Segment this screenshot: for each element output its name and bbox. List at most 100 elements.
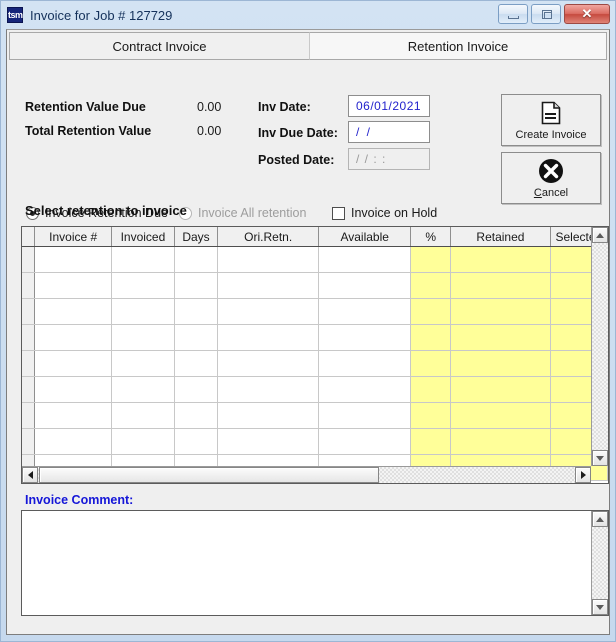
table-cell[interactable] bbox=[411, 377, 451, 402]
row-selector-cell[interactable] bbox=[22, 325, 35, 350]
grid-column-header[interactable]: Available bbox=[319, 227, 411, 246]
table-cell[interactable] bbox=[319, 403, 411, 428]
table-row[interactable] bbox=[22, 299, 608, 325]
grid-horizontal-scrollbar[interactable] bbox=[22, 466, 591, 483]
grid-scroll-up-button[interactable] bbox=[592, 227, 608, 243]
table-cell[interactable] bbox=[451, 325, 550, 350]
row-selector-cell[interactable] bbox=[22, 377, 35, 402]
grid-column-header[interactable]: Invoice # bbox=[35, 227, 111, 246]
table-cell[interactable] bbox=[451, 273, 550, 298]
invoice-comment-box[interactable] bbox=[21, 510, 609, 616]
row-selector-cell[interactable] bbox=[22, 247, 35, 272]
table-cell[interactable] bbox=[35, 299, 111, 324]
grid-column-header[interactable]: Invoiced bbox=[112, 227, 175, 246]
table-cell[interactable] bbox=[112, 403, 175, 428]
table-cell[interactable] bbox=[35, 273, 111, 298]
create-invoice-button[interactable]: Create Invoice bbox=[501, 94, 601, 146]
table-cell[interactable] bbox=[411, 299, 451, 324]
table-cell[interactable] bbox=[451, 351, 550, 376]
table-cell[interactable] bbox=[175, 403, 218, 428]
table-cell[interactable] bbox=[411, 273, 451, 298]
tab-retention-invoice[interactable]: Retention Invoice bbox=[309, 32, 607, 60]
table-cell[interactable] bbox=[319, 377, 411, 402]
table-cell[interactable] bbox=[112, 273, 175, 298]
table-cell[interactable] bbox=[411, 247, 451, 272]
radio-invoice-all-retention[interactable]: Invoice All retention bbox=[179, 206, 306, 220]
grid-hscroll-thumb[interactable] bbox=[39, 467, 379, 483]
cancel-button[interactable]: Cancel bbox=[501, 152, 601, 204]
table-row[interactable] bbox=[22, 247, 608, 273]
table-cell[interactable] bbox=[218, 377, 319, 402]
maximize-button[interactable] bbox=[531, 4, 561, 24]
table-cell[interactable] bbox=[112, 325, 175, 350]
table-cell[interactable] bbox=[218, 247, 319, 272]
table-cell[interactable] bbox=[112, 351, 175, 376]
table-cell[interactable] bbox=[451, 403, 550, 428]
table-cell[interactable] bbox=[35, 429, 111, 454]
table-cell[interactable] bbox=[411, 403, 451, 428]
table-cell[interactable] bbox=[175, 247, 218, 272]
table-cell[interactable] bbox=[175, 351, 218, 376]
table-cell[interactable] bbox=[35, 377, 111, 402]
table-row[interactable] bbox=[22, 377, 608, 403]
table-cell[interactable] bbox=[35, 351, 111, 376]
row-selector-cell[interactable] bbox=[22, 299, 35, 324]
table-cell[interactable] bbox=[411, 351, 451, 376]
table-cell[interactable] bbox=[112, 299, 175, 324]
table-cell[interactable] bbox=[218, 325, 319, 350]
checkbox-invoice-on-hold[interactable]: Invoice on Hold bbox=[332, 206, 437, 220]
row-selector-cell[interactable] bbox=[22, 351, 35, 376]
table-cell[interactable] bbox=[411, 325, 451, 350]
comment-vertical-scrollbar[interactable] bbox=[591, 511, 608, 615]
table-cell[interactable] bbox=[35, 403, 111, 428]
grid-column-header[interactable]: Days bbox=[175, 227, 218, 246]
comment-scroll-up-button[interactable] bbox=[592, 511, 608, 527]
table-cell[interactable] bbox=[319, 325, 411, 350]
inv-due-date-input[interactable]: / / bbox=[348, 121, 430, 143]
grid-scroll-left-button[interactable] bbox=[22, 467, 38, 483]
table-row[interactable] bbox=[22, 429, 608, 455]
table-cell[interactable] bbox=[35, 325, 111, 350]
table-cell[interactable] bbox=[112, 377, 175, 402]
table-cell[interactable] bbox=[451, 429, 550, 454]
table-cell[interactable] bbox=[112, 429, 175, 454]
table-cell[interactable] bbox=[319, 429, 411, 454]
grid-scroll-right-button[interactable] bbox=[575, 467, 591, 483]
grid-vertical-scrollbar[interactable] bbox=[591, 227, 608, 466]
close-button[interactable]: ✕ bbox=[564, 4, 610, 24]
table-row[interactable] bbox=[22, 325, 608, 351]
table-cell[interactable] bbox=[175, 273, 218, 298]
table-cell[interactable] bbox=[218, 429, 319, 454]
table-cell[interactable] bbox=[218, 299, 319, 324]
table-cell[interactable] bbox=[112, 247, 175, 272]
invoice-comment-input[interactable] bbox=[26, 514, 588, 612]
table-cell[interactable] bbox=[218, 403, 319, 428]
tab-contract-invoice[interactable]: Contract Invoice bbox=[9, 32, 309, 60]
table-cell[interactable] bbox=[451, 377, 550, 402]
table-cell[interactable] bbox=[451, 299, 550, 324]
grid-column-header[interactable]: Retained bbox=[451, 227, 550, 246]
table-cell[interactable] bbox=[218, 351, 319, 376]
table-row[interactable] bbox=[22, 403, 608, 429]
grid-column-header[interactable]: Ori.Retn. bbox=[218, 227, 319, 246]
minimize-button[interactable] bbox=[498, 4, 528, 24]
grid-scroll-down-button[interactable] bbox=[592, 450, 608, 466]
table-cell[interactable] bbox=[451, 247, 550, 272]
table-cell[interactable] bbox=[319, 247, 411, 272]
table-cell[interactable] bbox=[175, 299, 218, 324]
table-cell[interactable] bbox=[175, 429, 218, 454]
row-selector-cell[interactable] bbox=[22, 429, 35, 454]
grid-column-header[interactable]: % bbox=[411, 227, 451, 246]
row-selector-cell[interactable] bbox=[22, 273, 35, 298]
table-cell[interactable] bbox=[319, 299, 411, 324]
row-selector-cell[interactable] bbox=[22, 403, 35, 428]
table-row[interactable] bbox=[22, 273, 608, 299]
inv-date-input[interactable]: 06/01/2021 bbox=[348, 95, 430, 117]
table-cell[interactable] bbox=[218, 273, 319, 298]
table-cell[interactable] bbox=[175, 325, 218, 350]
table-cell[interactable] bbox=[319, 273, 411, 298]
comment-scroll-down-button[interactable] bbox=[592, 599, 608, 615]
table-cell[interactable] bbox=[319, 351, 411, 376]
table-cell[interactable] bbox=[411, 429, 451, 454]
table-cell[interactable] bbox=[35, 247, 111, 272]
